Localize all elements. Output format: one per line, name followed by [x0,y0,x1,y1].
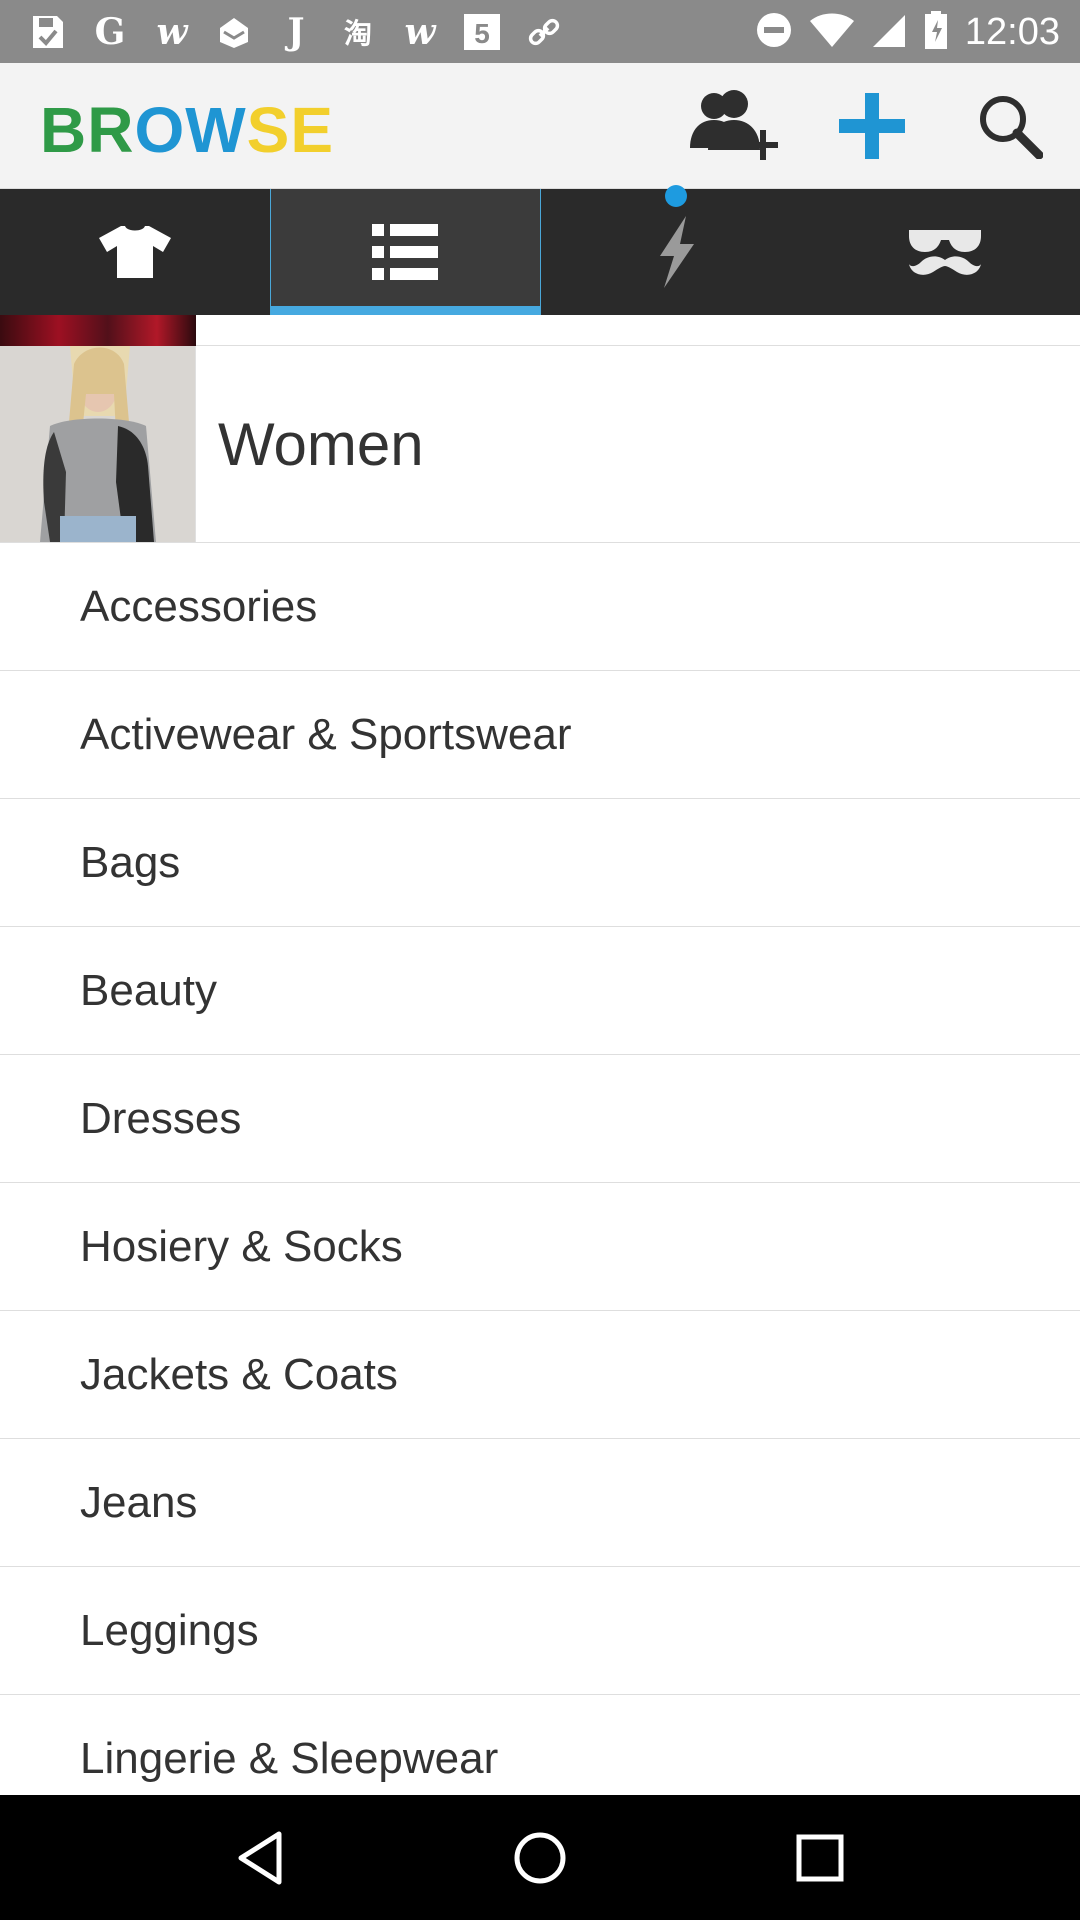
brand-part-green: BR [40,94,135,166]
category-label: Leggings [80,1605,259,1655]
plus-icon [839,93,905,159]
add-button[interactable] [824,81,920,171]
notification-badge [664,185,687,207]
app-header: BROWSE [0,63,1080,189]
add-friend-button[interactable] [686,81,782,171]
category-label: Activewear & Sportswear [80,709,572,759]
status-bar: G w J 淘 w 5 12:03 [0,0,1080,63]
home-button[interactable] [495,1813,585,1903]
back-icon [238,1831,282,1884]
signal-icon [871,11,907,54]
category-label: Hosiery & Socks [80,1221,403,1271]
category-row-dresses[interactable]: Dresses [0,1055,1080,1183]
add-friend-icon [690,90,778,160]
system-nav-bar [0,1795,1080,1920]
brand-part-yellow: SE [246,94,334,166]
battery-icon [923,10,949,55]
back-button[interactable] [215,1813,305,1903]
inbox-icon [214,12,254,52]
category-label: Lingerie & Sleepwear [80,1733,499,1783]
clock: 12:03 [964,10,1060,53]
tab-activity[interactable] [541,185,811,315]
home-icon [514,1832,566,1883]
category-label: Accessories [80,581,318,631]
category-row-lingerie[interactable]: Lingerie & Sleepwear [0,1695,1080,1795]
tshirt-icon [98,226,171,278]
category-label: Bags [80,837,181,887]
category-label: Jackets & Coats [80,1349,398,1399]
do-not-disturb-icon [755,11,793,54]
tab-profile[interactable] [811,189,1080,315]
google-icon: G [94,11,126,53]
category-row-bags[interactable]: Bags [0,799,1080,927]
html5-icon: 5 [462,12,502,52]
category-row-leggings[interactable]: Leggings [0,1567,1080,1695]
brand-part-blue: OW [134,94,247,166]
category-label: Dresses [80,1093,242,1143]
notification-icons: G w J 淘 w 5 [28,8,564,56]
taobao-icon: 淘 [343,17,372,50]
tab-bar [0,185,1080,315]
category-row-hosiery[interactable]: Hosiery & Socks [0,1183,1080,1311]
partial-list-item[interactable] [0,315,1080,346]
link-icon [524,12,564,52]
wish-icon: w [156,11,188,53]
svg-text:5: 5 [474,18,490,49]
section-title: Women [218,410,424,478]
sunglasses-mustache-icon [909,230,982,275]
list-icon [372,224,439,280]
save-notification-icon [28,12,68,52]
category-row-jeans[interactable]: Jeans [0,1439,1080,1567]
category-row-accessories[interactable]: Accessories [0,543,1080,671]
section-header-women[interactable]: Women [0,346,1080,543]
category-row-activewear[interactable]: Activewear & Sportswear [0,671,1080,799]
page-title: BROWSE [40,93,334,167]
system-status: 12:03 [755,8,1060,56]
category-row-jackets[interactable]: Jackets & Coats [0,1311,1080,1439]
header-actions [686,81,1058,171]
tab-browse[interactable] [269,189,541,315]
category-thumbnail [0,315,196,346]
recents-button[interactable] [775,1813,865,1903]
recents-icon [796,1834,844,1881]
lightning-icon [659,216,694,288]
women-thumbnail [0,346,196,542]
wifi-icon [809,11,855,54]
wish-icon: w [404,11,436,53]
category-label: Jeans [80,1477,198,1527]
category-list: Women Accessories Activewear & Sportswea… [0,315,1080,1795]
category-row-beauty[interactable]: Beauty [0,927,1080,1055]
search-button[interactable] [962,81,1058,171]
search-icon [980,96,1043,159]
category-label: Beauty [80,965,217,1015]
tab-products[interactable] [0,189,270,315]
j-icon: J [287,11,305,53]
